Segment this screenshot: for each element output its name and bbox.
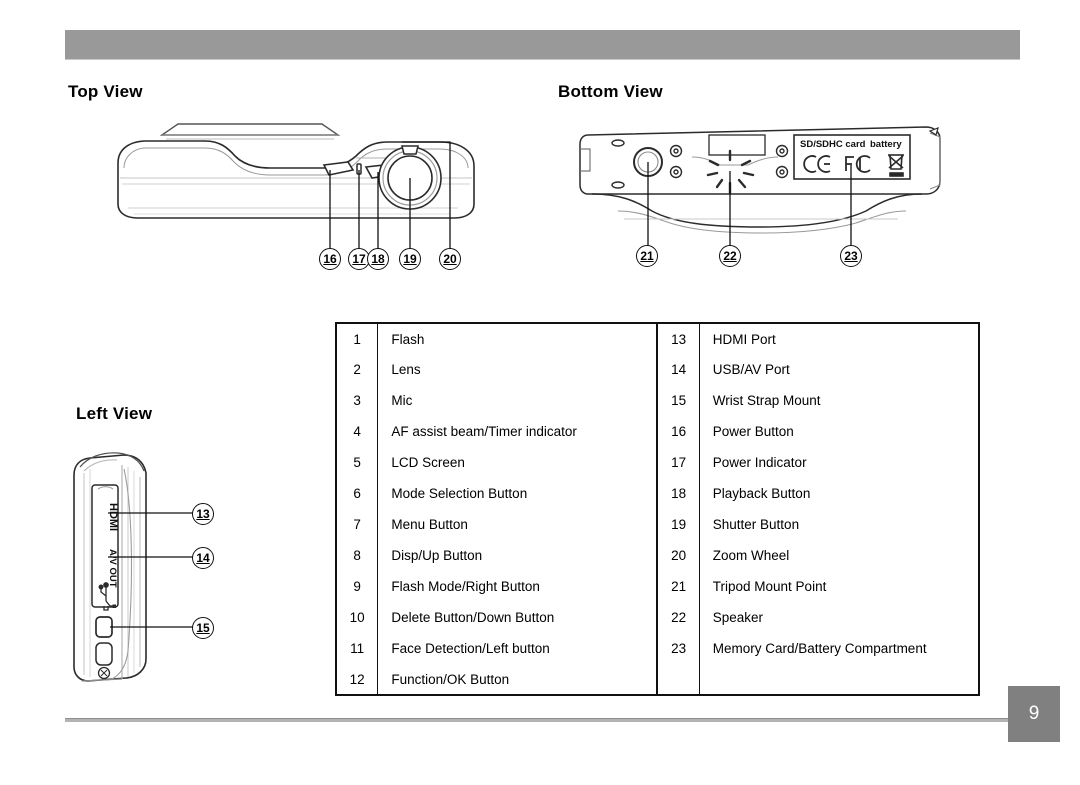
legend-number-left: 9 <box>336 571 379 602</box>
table-row: 3 Mic 15 Wrist Strap Mount <box>336 385 979 416</box>
legend-label-left: Mic <box>377 385 659 416</box>
legend-label-right: Speaker <box>712 610 764 625</box>
camera-left-illustration: HDMI A/V OUT <box>73 452 194 682</box>
legend-number-right <box>657 664 700 695</box>
legend-number-right: 21 <box>657 571 700 602</box>
table-row: 4 AF assist beam/Timer indicator 16 Power B… <box>336 416 979 447</box>
legend-number-left: 10 <box>336 602 379 633</box>
legend-label-left: Face Detection/Left button <box>377 633 659 664</box>
page-number-badge: 9 <box>1008 686 1060 742</box>
legend-label-right: Power Button <box>712 424 794 439</box>
callout-23: 23 <box>840 245 862 267</box>
av-out-port-label: A/V OUT <box>107 549 118 588</box>
table-row: 6 Mode Selection Button 18 Playback Button <box>336 478 979 509</box>
legend-number-right: 19 <box>657 509 700 540</box>
legend-label-right: Zoom Wheel <box>712 548 790 563</box>
legend-number-left: 2 <box>336 354 379 385</box>
legend-number-right: 14 <box>657 354 700 385</box>
legend-label-left: AF assist beam/Timer indicator <box>377 416 659 447</box>
legend-label-right: USB/AV Port <box>712 362 790 377</box>
page-title-left-view: Left View <box>76 404 153 423</box>
legend-number-left: 11 <box>336 633 379 664</box>
callout-14: 14 <box>192 547 214 569</box>
table-row: 10 Delete Button/Down Button 22 Speaker <box>336 602 979 633</box>
camera-bottom-illustration: SD/SDHC card battery <box>579 126 941 257</box>
legend-number-right: 13 <box>657 323 700 354</box>
legend-label-right: Wrist Strap Mount <box>712 393 821 408</box>
legend-number-left: 3 <box>336 385 379 416</box>
legend-label-left: LCD Screen <box>377 447 659 478</box>
table-row: 12 Function/OK Button <box>336 664 979 695</box>
sd-card-label: SD/SDHC card <box>800 139 866 150</box>
legend-label-right: HDMI Port <box>712 331 776 347</box>
legend-number-right: 22 <box>657 602 700 633</box>
table-row: 1 Flash 13 HDMI Port <box>336 323 979 354</box>
legend-number-left: 8 <box>336 540 379 571</box>
table-row: 7 Menu Button 19 Shutter Button <box>336 509 979 540</box>
legend-number-right: 20 <box>657 540 700 571</box>
legend-number-right: 17 <box>657 447 700 478</box>
manual-page: Top View Bottom View Left View 16 17 18 … <box>0 0 1080 785</box>
table-row: 9 Flash Mode/Right Button 21 Tripod Mount P… <box>336 571 979 602</box>
legend-label-left: Flash <box>377 323 659 354</box>
page-title-bottom-view: Bottom View <box>558 82 663 101</box>
table-row: 2 Lens 14 USB/AV Port <box>336 354 979 385</box>
header-band <box>65 30 1020 60</box>
figure-top-view: 16 17 18 19 20 <box>110 118 490 270</box>
callout-20: 20 <box>439 248 461 270</box>
legend-label-right <box>699 664 979 695</box>
legend-label-right: Memory Card/Battery Compartment <box>712 641 927 656</box>
legend-label-left: Delete Button/Down Button <box>377 602 659 633</box>
parts-legend-table: 1 Flash 13 HDMI Port 2 Lens 14 USB/AV Port 3 Mi… <box>335 322 980 696</box>
callout-16: 16 <box>319 248 341 270</box>
legend-number-right: 16 <box>657 416 700 447</box>
legend-number-left: 1 <box>336 323 379 354</box>
legend-number-left: 12 <box>336 664 379 695</box>
page-title-top-view: Top View <box>68 82 143 101</box>
legend-number-right: 15 <box>657 385 700 416</box>
camera-top-illustration <box>117 123 475 250</box>
legend-label-right: Shutter Button <box>712 517 800 532</box>
legend-label-right: Playback Button <box>712 486 811 501</box>
legend-label-right: Tripod Mount Point <box>712 579 827 594</box>
table-row: 8 Disp/Up Button 20 Zoom Wheel <box>336 540 979 571</box>
legend-label-left: Menu Button <box>377 509 659 540</box>
legend-number-left: 5 <box>336 447 379 478</box>
legend-label-left: Lens <box>377 354 659 385</box>
legend-number-left: 4 <box>336 416 379 447</box>
legend-table-body: 1 Flash 13 HDMI Port 2 Lens 14 USB/AV Port 3 Mi… <box>336 323 979 695</box>
table-row: 5 LCD Screen 17 Power Indicator <box>336 447 979 478</box>
legend-number-right: 18 <box>657 478 700 509</box>
battery-label: battery <box>870 139 902 150</box>
legend-label-right: Power Indicator <box>712 455 807 470</box>
legend-label-left: Mode Selection Button <box>377 478 659 509</box>
callout-13: 13 <box>192 503 214 525</box>
callout-18: 18 <box>367 248 389 270</box>
legend-number-left: 7 <box>336 509 379 540</box>
legend-number-left: 6 <box>336 478 379 509</box>
legend-number-right: 23 <box>657 633 700 664</box>
hdmi-port-label: HDMI <box>107 503 119 531</box>
figure-left-view: HDMI A/V OUT 13 14 15 <box>62 445 242 700</box>
footer-divider <box>65 718 1020 722</box>
callout-22: 22 <box>719 245 741 267</box>
table-row: 11 Face Detection/Left button 23 Memory Car… <box>336 633 979 664</box>
legend-label-left: Function/OK Button <box>377 664 659 695</box>
legend-label-left: Flash Mode/Right Button <box>377 571 659 602</box>
figure-bottom-view: SD/SDHC card battery 21 22 23 <box>578 115 948 270</box>
callout-15: 15 <box>192 617 214 639</box>
callout-21: 21 <box>636 245 658 267</box>
legend-label-left: Disp/Up Button <box>377 540 659 571</box>
callout-19: 19 <box>399 248 421 270</box>
